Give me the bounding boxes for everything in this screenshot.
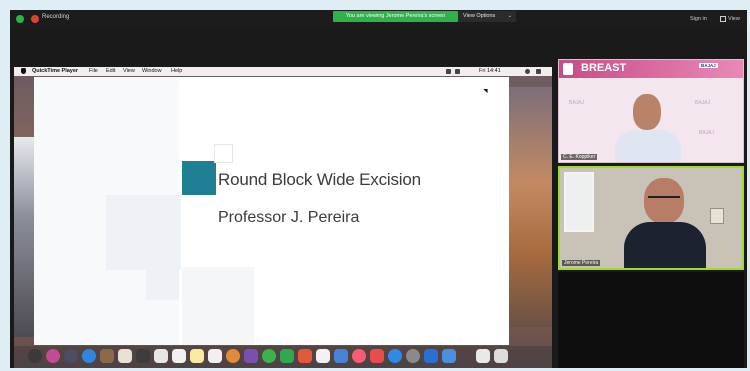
books-icon[interactable] xyxy=(370,349,384,363)
slide-deco-square-small xyxy=(146,267,179,300)
search-icon[interactable] xyxy=(525,69,530,74)
participant-body xyxy=(624,222,706,268)
music-icon[interactable] xyxy=(352,349,366,363)
participant-head xyxy=(633,94,661,130)
downloads-icon[interactable] xyxy=(476,349,490,363)
sponsor-watermark: BAJAJ xyxy=(695,100,711,106)
conference-banner: BREAST BAJAJ xyxy=(559,60,743,78)
menu-edit[interactable]: Edit xyxy=(106,67,115,76)
menu-window[interactable]: Window xyxy=(142,67,162,76)
sponsor-watermark: BAJAJ xyxy=(569,100,585,106)
menu-view[interactable]: View xyxy=(123,67,135,76)
grid-view-icon[interactable] xyxy=(720,16,726,22)
trash-icon[interactable] xyxy=(494,349,508,363)
recording-label: Recording xyxy=(42,14,70,20)
menu-help[interactable]: Help xyxy=(171,67,182,76)
sponsor-logo: BAJAJ xyxy=(699,63,718,68)
menu-file[interactable]: File xyxy=(89,67,98,76)
participant-body xyxy=(615,130,681,162)
background-window xyxy=(564,172,594,232)
zoom-app-icon[interactable] xyxy=(424,349,438,363)
slide-teal-block xyxy=(182,161,216,195)
participant-name: C. E. Koppiker xyxy=(561,154,598,160)
presentation-slide: Round Block Wide Excision Professor J. P… xyxy=(34,77,509,345)
apple-icon[interactable] xyxy=(21,68,26,74)
background-picture xyxy=(710,208,724,224)
view-button[interactable]: View xyxy=(728,16,740,22)
keynote-icon[interactable] xyxy=(334,349,348,363)
participant-video xyxy=(615,90,681,162)
participant-video xyxy=(624,174,706,268)
mac-menu-bar: QuickTime Player File Edit View Window H… xyxy=(14,67,552,76)
conference-logo-icon xyxy=(563,63,573,75)
slide-title: Round Block Wide Excision xyxy=(218,170,421,189)
mac-dock xyxy=(14,346,552,368)
app-name[interactable]: QuickTime Player xyxy=(32,67,78,76)
participant-tile-empty[interactable] xyxy=(558,272,744,368)
siri-icon[interactable] xyxy=(28,349,42,363)
menu-list-icon[interactable] xyxy=(536,69,541,74)
participant-tile-koppiker[interactable]: BREAST BAJAJ BAJAJ BAJAJ BAJAJ C. E. Kop… xyxy=(558,59,744,163)
security-shield-icon[interactable] xyxy=(16,15,24,23)
zoom-window: Recording You are viewing Jerome Pereira… xyxy=(10,10,747,368)
photo-booth-icon[interactable] xyxy=(244,349,258,363)
view-options-button[interactable]: View Options ⌄ xyxy=(458,11,516,22)
launchpad-icon[interactable] xyxy=(46,349,60,363)
slide-subtitle: Professor J. Pereira xyxy=(218,209,360,226)
zoom-top-bar: Recording You are viewing Jerome Pereira… xyxy=(10,10,747,28)
app-store-icon[interactable] xyxy=(388,349,402,363)
wallpaper-right xyxy=(508,87,552,327)
conference-title: BREAST xyxy=(581,62,627,74)
mail-icon[interactable] xyxy=(118,349,132,363)
sponsor-watermark: BAJAJ xyxy=(699,130,715,136)
contacts-icon[interactable] xyxy=(100,349,114,363)
slide-deco-square xyxy=(106,195,181,270)
stickies-icon[interactable] xyxy=(190,349,204,363)
numbers-icon[interactable] xyxy=(316,349,330,363)
menu-clock[interactable]: Fri 14:41 xyxy=(479,67,501,76)
safari-icon[interactable] xyxy=(82,349,96,363)
slide-deco-square-bottom xyxy=(182,267,254,345)
facetime-icon[interactable] xyxy=(280,349,294,363)
sign-in-link[interactable]: Sign in xyxy=(690,16,707,22)
list-icon[interactable] xyxy=(208,349,222,363)
photos-icon[interactable] xyxy=(226,349,240,363)
shared-screen: QuickTime Player File Edit View Window H… xyxy=(14,67,552,368)
participant-tile-pereira[interactable]: Jerome Pereira xyxy=(558,166,744,270)
glasses-icon xyxy=(648,196,680,202)
viewing-screen-banner: You are viewing Jerome Pereira's screen xyxy=(333,11,458,22)
battery-icon[interactable] xyxy=(455,69,460,74)
slide-white-block xyxy=(215,145,232,162)
calendar-icon[interactable] xyxy=(154,349,168,363)
wifi-icon[interactable] xyxy=(446,69,451,74)
charts-icon[interactable] xyxy=(298,349,312,363)
reminders-icon[interactable] xyxy=(172,349,186,363)
notes-icon[interactable] xyxy=(136,349,150,363)
view-options-label: View Options xyxy=(463,13,496,19)
chevron-down-icon: ⌄ xyxy=(507,13,512,19)
rocket-icon[interactable] xyxy=(64,349,78,363)
system-preferences-icon[interactable] xyxy=(406,349,420,363)
quicktime-icon[interactable] xyxy=(442,349,456,363)
participant-name: Jerome Pereira xyxy=(562,260,601,266)
recording-icon xyxy=(31,15,39,23)
mouse-cursor-icon xyxy=(483,86,490,94)
messages-icon[interactable] xyxy=(262,349,276,363)
